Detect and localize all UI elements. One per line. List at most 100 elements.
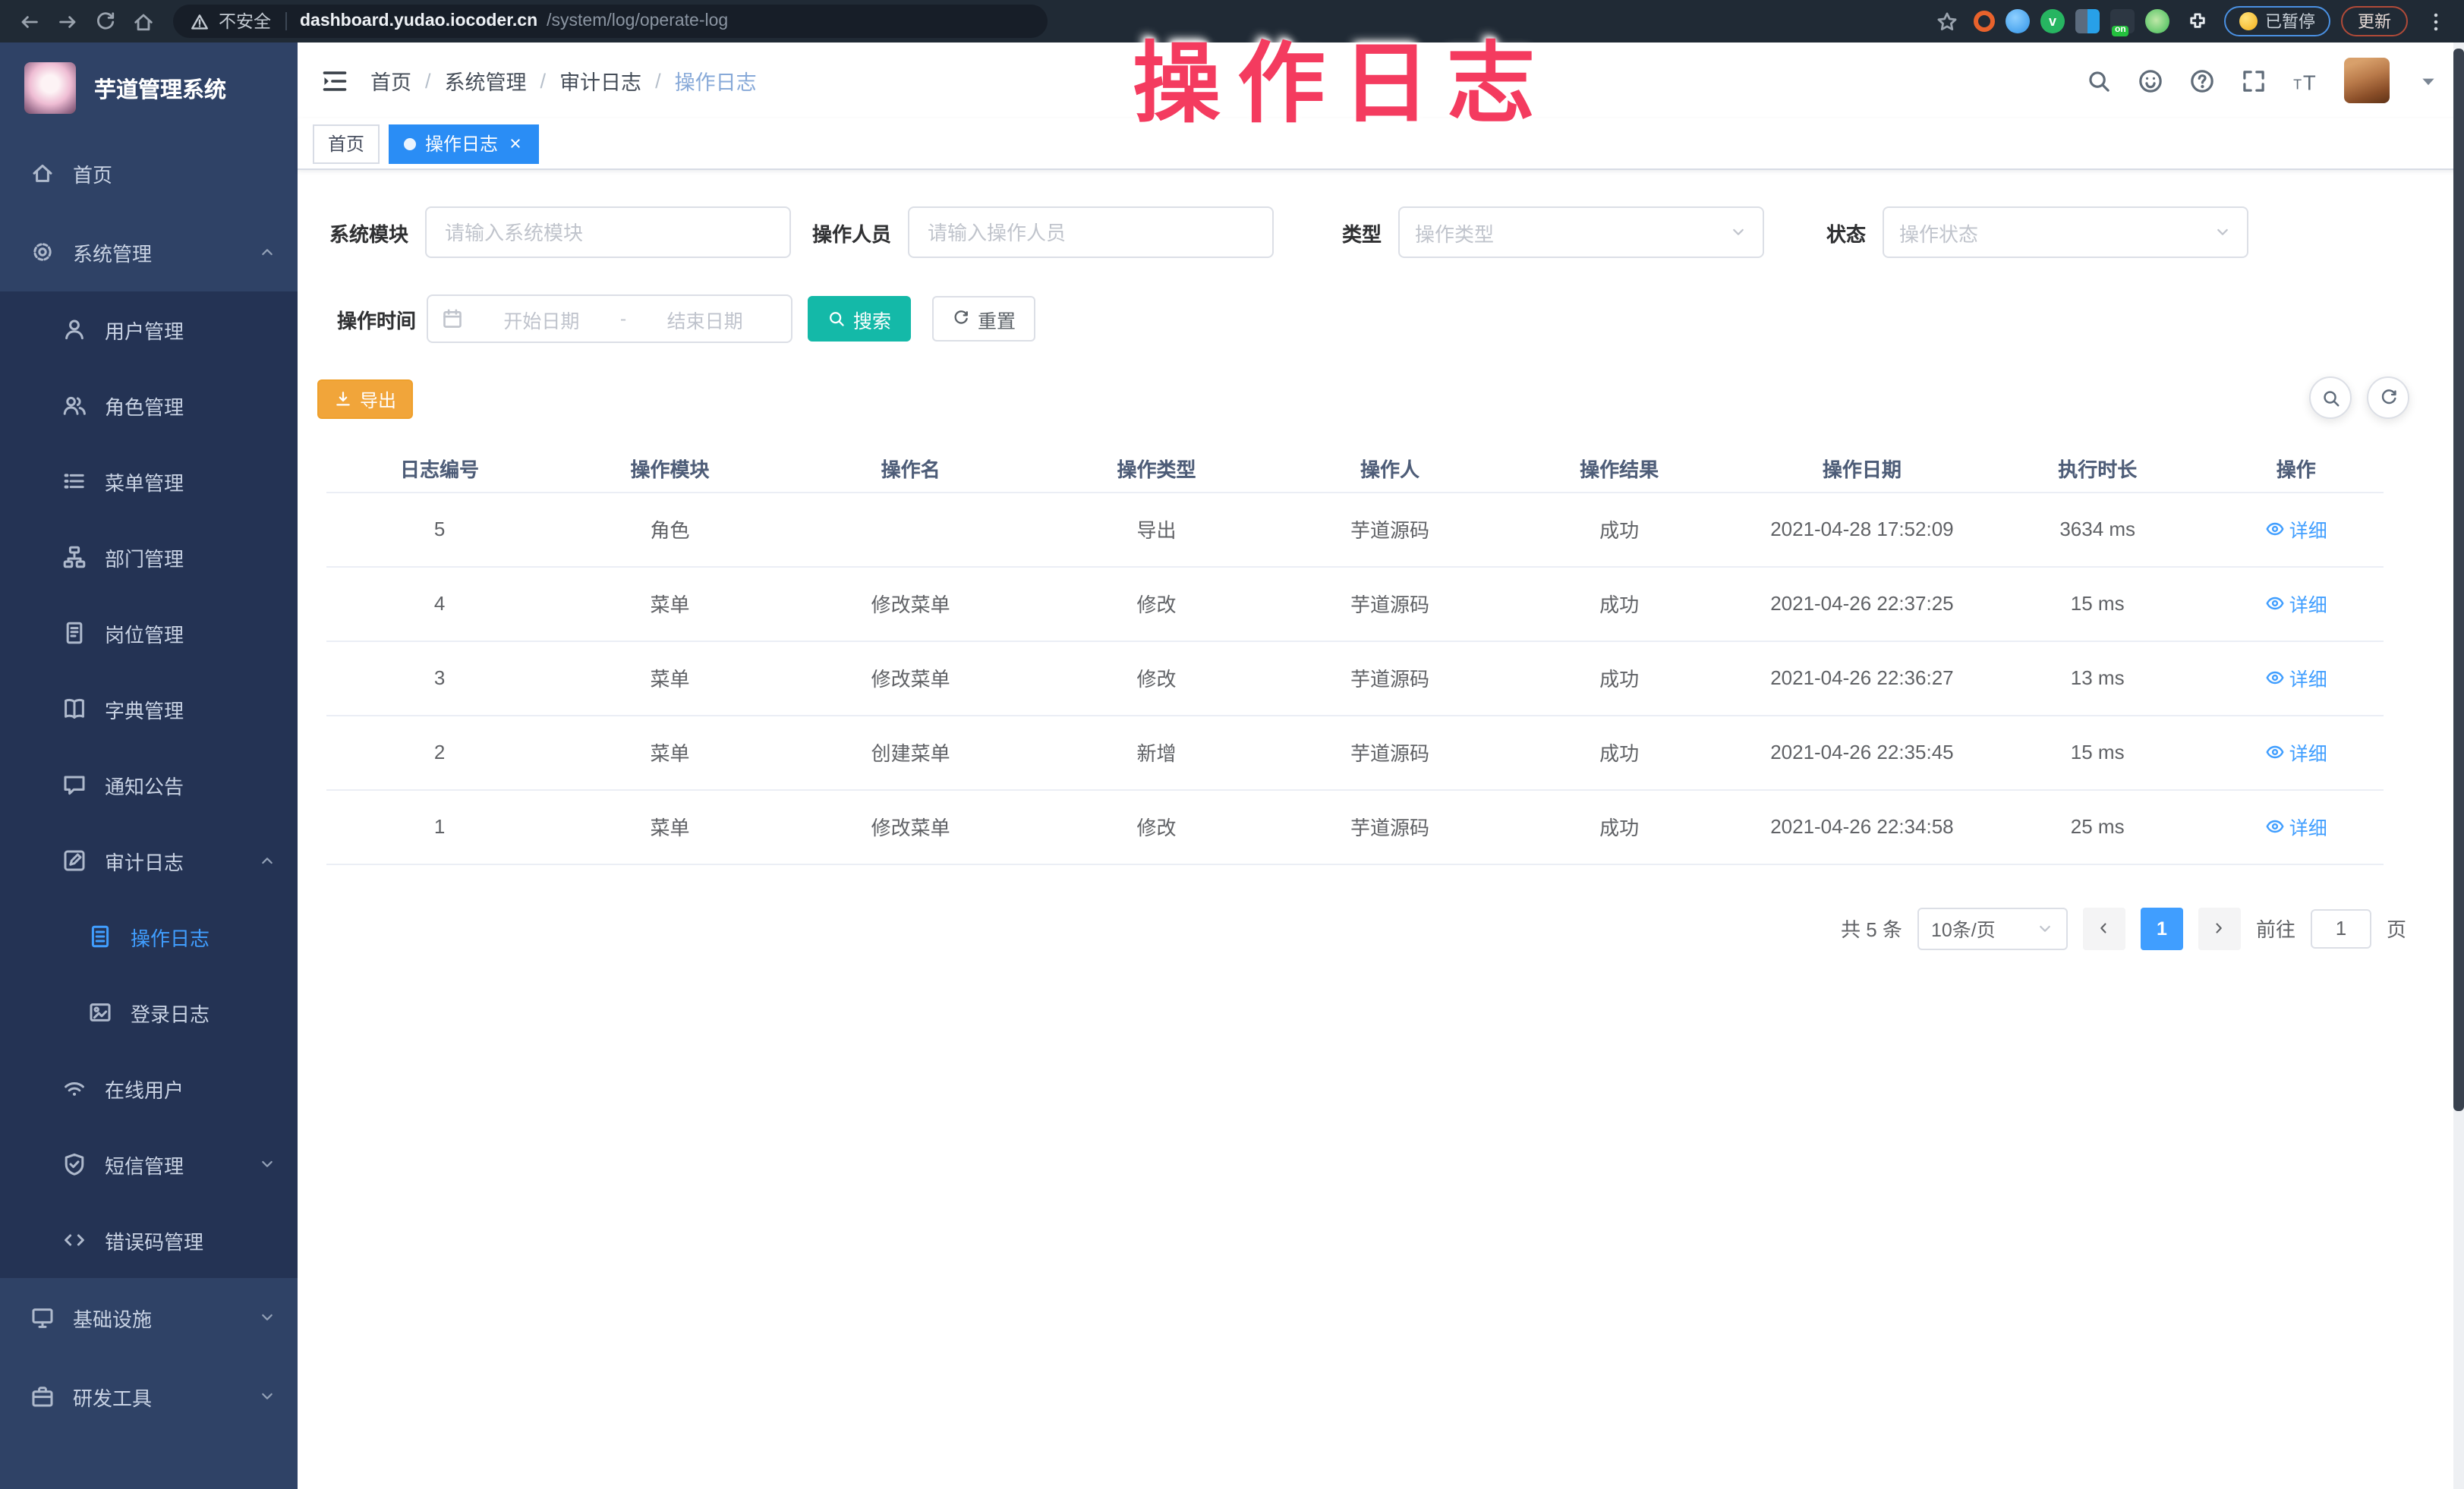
search-button-label: 搜索 — [853, 304, 891, 333]
url-path: /system/log/operate-log — [547, 12, 728, 30]
goto-label: 前往 — [2256, 914, 2295, 943]
sidebar-item-user-management[interactable]: 用户管理 — [0, 291, 298, 367]
close-icon[interactable] — [507, 135, 524, 152]
sidebar-item-dept-management[interactable]: 部门管理 — [0, 519, 298, 595]
help-icon[interactable] — [2189, 68, 2215, 93]
update-button[interactable]: 更新 — [2341, 6, 2408, 36]
reset-button[interactable]: 重置 — [932, 296, 1035, 342]
sidebar-item-notice[interactable]: 通知公告 — [0, 747, 298, 823]
table-cell-id: 3 — [326, 641, 553, 715]
detail-link[interactable]: 详细 — [2265, 589, 2327, 618]
search-button[interactable]: 搜索 — [808, 296, 911, 342]
extension-icon[interactable] — [2006, 9, 2030, 33]
emoji-icon — [2239, 12, 2258, 30]
column-header: 操作类型 — [1034, 445, 1278, 492]
sidebar-item-role-management[interactable]: 角色管理 — [0, 367, 298, 443]
module-input[interactable] — [425, 206, 791, 258]
font-size-icon[interactable]: TT — [2292, 68, 2318, 93]
table-cell-duration: 15 ms — [1987, 566, 2209, 641]
extension-icon[interactable] — [1974, 11, 1995, 32]
toggle-search-button[interactable] — [2309, 376, 2352, 419]
operator-input[interactable] — [908, 206, 1274, 258]
sidebar-item-home[interactable]: 首页 — [0, 134, 298, 212]
page-size-select[interactable]: 10条/页 — [1917, 907, 2068, 949]
refresh-table-button[interactable] — [2367, 376, 2409, 419]
browser-reload-icon[interactable] — [88, 5, 121, 38]
sidebar-item-dev-tools[interactable]: 研发工具 — [0, 1357, 298, 1436]
table-cell-module: 菜单 — [553, 641, 787, 715]
avatar-caret-icon[interactable] — [2415, 68, 2441, 93]
security-label: 不安全 — [219, 9, 271, 33]
github-icon[interactable] — [2138, 68, 2163, 93]
download-icon — [334, 390, 352, 408]
sidebar-item-sms-management[interactable]: 短信管理 — [0, 1126, 298, 1202]
sidebar-item-menu-management[interactable]: 菜单管理 — [0, 443, 298, 519]
breadcrumb-item[interactable]: 系统管理 — [445, 65, 527, 96]
sidebar-logo-row[interactable]: 芋道管理系统 — [0, 42, 298, 134]
browser-menu-icon[interactable] — [2418, 5, 2452, 38]
browser-back-icon[interactable] — [12, 5, 46, 38]
sidebar-item-audit-log[interactable]: 审计日志 — [0, 823, 298, 899]
breadcrumb-separator: / — [540, 69, 547, 92]
browser-home-icon[interactable] — [126, 5, 159, 38]
eye-icon — [2265, 668, 2285, 688]
paused-pill[interactable]: 已暂停 — [2224, 6, 2330, 36]
user-avatar[interactable] — [2344, 58, 2390, 103]
tag-home[interactable]: 首页 — [313, 124, 380, 163]
sidebar-item-operate-log[interactable]: 操作日志 — [0, 899, 298, 974]
total-count: 共 5 条 — [1841, 914, 1902, 943]
scrollbar-thumb[interactable] — [2453, 49, 2464, 1111]
sidebar-item-login-log[interactable]: 登录日志 — [0, 974, 298, 1050]
extension-icon[interactable] — [2145, 9, 2169, 33]
sidebar-item-dict-management[interactable]: 字典管理 — [0, 671, 298, 747]
type-select[interactable]: 操作类型 — [1398, 206, 1764, 258]
extensions-puzzle-icon[interactable] — [2180, 5, 2214, 38]
type-label: 类型 — [1331, 218, 1382, 247]
current-page-button[interactable]: 1 — [2141, 907, 2183, 949]
detail-link[interactable]: 详细 — [2265, 663, 2327, 692]
breadcrumb-item[interactable]: 首页 — [370, 65, 411, 96]
browser-forward-icon[interactable] — [50, 5, 83, 38]
column-header: 操作结果 — [1501, 445, 1738, 492]
detail-link[interactable]: 详细 — [2265, 738, 2327, 767]
fullscreen-icon[interactable] — [2241, 68, 2267, 93]
page-scrollbar[interactable] — [2453, 42, 2464, 1489]
sidebar-fold-icon[interactable] — [320, 66, 349, 95]
sidebar-item-label: 菜单管理 — [105, 467, 184, 496]
search-icon[interactable] — [2086, 68, 2112, 93]
sidebar-item-label: 角色管理 — [105, 391, 184, 420]
next-page-button[interactable] — [2198, 907, 2241, 949]
sidebar-item-online-users[interactable]: 在线用户 — [0, 1050, 298, 1126]
table-cell-duration: 25 ms — [1987, 789, 2209, 864]
wifi-icon — [62, 1076, 87, 1100]
column-header: 操作人 — [1279, 445, 1501, 492]
breadcrumb-item[interactable]: 审计日志 — [559, 65, 641, 96]
extension-icon[interactable]: on — [2110, 9, 2135, 33]
table-cell-name: 修改菜单 — [787, 566, 1034, 641]
security-warning-icon[interactable] — [190, 11, 210, 31]
extension-icon[interactable]: v — [2040, 9, 2065, 33]
address-bar[interactable]: 不安全 dashboard.yudao.iocoder.cn/system/lo… — [173, 5, 1048, 38]
prev-page-button[interactable] — [2083, 907, 2125, 949]
search-icon — [2321, 388, 2340, 408]
eye-icon — [2265, 519, 2285, 539]
sidebar-item-infrastructure[interactable]: 基础设施 — [0, 1278, 298, 1357]
goto-page-input[interactable] — [2311, 908, 2371, 948]
table-cell-action: 详细 — [2209, 789, 2384, 864]
sidebar-item-label: 审计日志 — [105, 846, 184, 875]
detail-link[interactable]: 详细 — [2265, 812, 2327, 841]
chevron-down-icon — [2036, 919, 2054, 937]
sidebar-item-system-management[interactable]: 系统管理 — [0, 212, 298, 291]
eye-icon — [2265, 742, 2285, 762]
table-cell-result: 成功 — [1501, 789, 1738, 864]
sidebar-item-post-management[interactable]: 岗位管理 — [0, 595, 298, 671]
export-button[interactable]: 导出 — [317, 379, 413, 419]
bookmark-star-icon[interactable] — [1930, 5, 1963, 38]
status-select[interactable]: 操作状态 — [1883, 206, 2248, 258]
doc-icon — [88, 924, 112, 949]
tag-operate-log[interactable]: 操作日志 — [389, 124, 539, 163]
date-range-picker[interactable]: 开始日期 - 结束日期 — [427, 294, 792, 343]
detail-link[interactable]: 详细 — [2265, 515, 2327, 543]
extension-icon[interactable] — [2075, 9, 2100, 33]
sidebar-item-error-code-management[interactable]: 错误码管理 — [0, 1202, 298, 1278]
